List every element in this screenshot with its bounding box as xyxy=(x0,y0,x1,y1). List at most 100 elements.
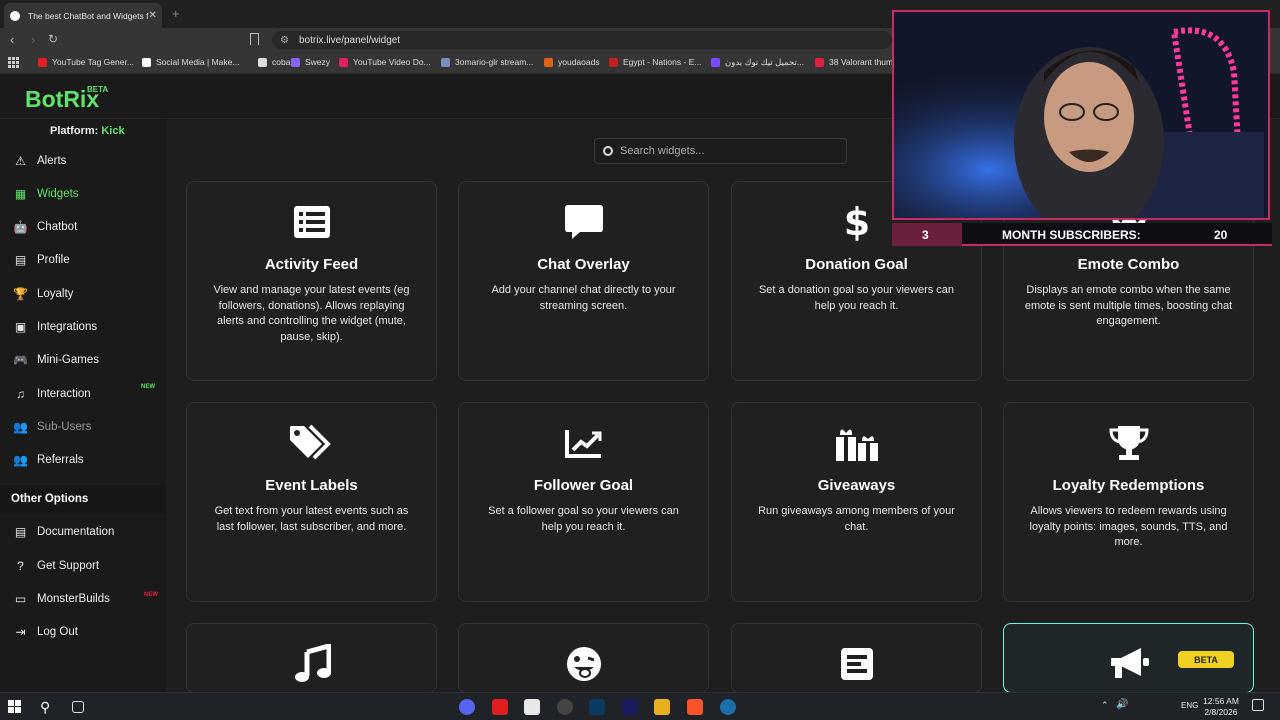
widget-card[interactable] xyxy=(186,623,437,693)
platform-value: Kick xyxy=(101,125,125,137)
widget-card-title: Giveaways xyxy=(817,477,896,494)
sidebar-item-documentation[interactable]: ▤ Documentation xyxy=(14,521,162,543)
sidebar-item-label: Integrations xyxy=(37,321,98,333)
notification-icon[interactable] xyxy=(1252,699,1264,711)
bookmark-favicon-icon xyxy=(291,57,300,67)
capcut-app-icon[interactable] xyxy=(524,699,540,715)
speaker-icon[interactable]: 🔊 xyxy=(1116,699,1128,710)
widget-card-description: Set a donation goal so your viewers can … xyxy=(758,284,955,312)
premiere-app-icon[interactable] xyxy=(622,699,638,715)
chart-line-icon xyxy=(459,423,708,463)
widget-card-title: Donation Goal xyxy=(805,256,908,273)
reload-icon[interactable]: ↻ xyxy=(48,32,58,46)
tags-icon xyxy=(187,423,436,463)
widget-card-description: Set a follower goal so your viewers can … xyxy=(488,505,679,533)
widget-card[interactable]: Follower Goal Set a follower goal so your… xyxy=(458,402,709,602)
obs-app-icon[interactable] xyxy=(557,699,573,715)
sidebar-item-integrations[interactable]: ▣ Integrations xyxy=(14,316,162,338)
bookmark-favicon-icon xyxy=(339,57,348,67)
interaction-icon: ♫ xyxy=(16,387,25,401)
music-icon xyxy=(187,644,436,684)
bookmark-icon[interactable] xyxy=(250,33,259,45)
language-indicator[interactable]: ENG xyxy=(1181,701,1198,710)
log-out-icon: ⇥ xyxy=(15,625,26,639)
widget-card[interactable]: Activity Feed View and manage your latest… xyxy=(186,181,437,381)
other-options-heading: Other Options xyxy=(0,485,166,513)
widget-card[interactable]: Event Labels Get text from your latest ev… xyxy=(186,402,437,602)
site-settings-icon[interactable]: ⚙ xyxy=(280,35,289,46)
brave-browser-icon[interactable] xyxy=(687,699,703,715)
widget-card-description: Allows viewers to redeem rewards using l… xyxy=(1029,505,1228,548)
sidebar-item-get-support[interactable]: ? Get Support xyxy=(14,555,162,577)
beta-badge: BETA xyxy=(1178,651,1234,668)
widget-card[interactable]: Chat Overlay Add your channel chat direct… xyxy=(458,181,709,381)
close-tab-icon[interactable]: ✕ xyxy=(148,10,156,21)
bookmark-item[interactable]: youdaoads xyxy=(544,57,600,67)
sidebar-item-label: Interaction xyxy=(37,388,91,400)
sidebar-item-log-out[interactable]: ⇥ Log Out xyxy=(14,621,162,643)
new-tab-button[interactable]: + xyxy=(172,6,180,21)
url-text: botrix.live/panel/widget xyxy=(298,34,401,46)
chatbot-icon: 🤖 xyxy=(13,220,28,234)
widget-card-title: Loyalty Redemptions xyxy=(1052,477,1205,494)
sidebar-item-monsterbuilds[interactable]: ▭ MonsterBuilds xyxy=(14,588,162,610)
app-red-icon[interactable] xyxy=(492,699,508,715)
bookmark-item[interactable]: Social Media | Make... xyxy=(142,57,239,67)
trophy-icon xyxy=(1004,423,1253,463)
back-arrow-icon[interactable]: ‹ xyxy=(10,32,14,47)
sidebar-item-interaction[interactable]: ♫ Interaction xyxy=(14,383,162,405)
widget-card-description: Run giveaways among members of your chat… xyxy=(758,505,955,533)
sidebar-item-label: Mini-Games xyxy=(37,354,99,366)
sidebar-item-label: Documentation xyxy=(37,526,115,538)
widget-card[interactable]: Giveaways Run giveaways among members of … xyxy=(731,402,982,602)
apps-grid-icon[interactable] xyxy=(8,57,19,68)
widget-card[interactable]: BETA xyxy=(1003,623,1254,693)
sidebar-item-label: Referrals xyxy=(37,454,84,466)
bookmark-label: youdaoads xyxy=(558,57,600,67)
bookmark-item[interactable]: Egypt - Nations - E... xyxy=(609,57,701,67)
widget-card[interactable] xyxy=(731,623,982,693)
file-explorer-icon[interactable] xyxy=(654,699,670,715)
beta-badge-label: BETA xyxy=(1194,654,1218,665)
sidebar-item-widgets[interactable]: ▦ Widgets xyxy=(14,183,162,205)
search-widgets-input[interactable]: Search widgets... xyxy=(594,138,847,164)
botrix-favicon-icon xyxy=(10,10,20,21)
bookmark-label: Social Media | Make... xyxy=(156,57,240,67)
system-tray-chevron-icon[interactable]: ⌃ xyxy=(1101,700,1109,711)
bookmark-label: Swezy xyxy=(305,57,331,67)
photoshop-app-icon[interactable] xyxy=(589,699,605,715)
subscribers-left-number: 3 xyxy=(922,228,929,242)
bookmark-item[interactable]: YouTube Video Do... xyxy=(339,57,431,67)
sidebar-item-sub-users[interactable]: 👥 Sub-Users xyxy=(13,416,162,438)
platform-label: Platform: xyxy=(50,125,99,137)
bookmark-item[interactable]: YouTube Tag Gener... xyxy=(38,57,134,67)
bookmark-item[interactable]: تحميل تيك توك بدون... xyxy=(711,57,804,68)
list-icon xyxy=(187,202,436,242)
alerts-icon: ⚠ xyxy=(15,154,26,168)
bookmark-item[interactable]: 3omario-glr stream... xyxy=(441,57,533,67)
subscribers-overlay-bar: 3 MONTH SUBSCRIBERS: 20 xyxy=(892,223,1272,246)
widget-card[interactable]: Loyalty Redemptions Allows viewers to red… xyxy=(1003,402,1254,602)
clock[interactable]: 12:56 AM 2/8/2026 xyxy=(1203,696,1239,718)
sidebar-item-mini-games[interactable]: 🎮 Mini-Games xyxy=(13,349,162,371)
sidebar-item-label: Log Out xyxy=(37,626,78,638)
sidebar-item-referrals[interactable]: 👥 Referrals xyxy=(13,449,162,471)
windows-start-icon[interactable] xyxy=(8,700,22,714)
browser-tab[interactable]: The best ChatBot and Widgets f ✕ xyxy=(4,3,162,28)
bookmark-item[interactable]: cobalt xyxy=(258,57,295,67)
sidebar-item-alerts[interactable]: ⚠ Alerts xyxy=(14,150,162,172)
sidebar-item-profile[interactable]: ▤ Profile xyxy=(14,249,162,271)
task-view-icon[interactable] xyxy=(72,701,84,713)
bookmark-favicon-icon xyxy=(258,57,267,67)
widget-card-title: Chat Overlay xyxy=(537,256,630,273)
taskbar-search-icon[interactable]: ⚲ xyxy=(40,699,56,715)
steam-app-icon[interactable] xyxy=(720,699,736,715)
forward-arrow-icon[interactable]: › xyxy=(31,32,35,47)
sidebar-item-loyalty[interactable]: 🏆 Loyalty xyxy=(13,283,162,305)
get-support-icon: ? xyxy=(17,559,24,573)
widget-card[interactable] xyxy=(458,623,709,693)
sidebar-item-chatbot[interactable]: 🤖 Chatbot xyxy=(13,216,162,238)
discord-app-icon[interactable] xyxy=(459,699,475,715)
bookmark-item[interactable]: Swezy xyxy=(291,57,330,67)
address-bar[interactable]: ⚙ botrix.live/panel/widget xyxy=(272,31,892,49)
